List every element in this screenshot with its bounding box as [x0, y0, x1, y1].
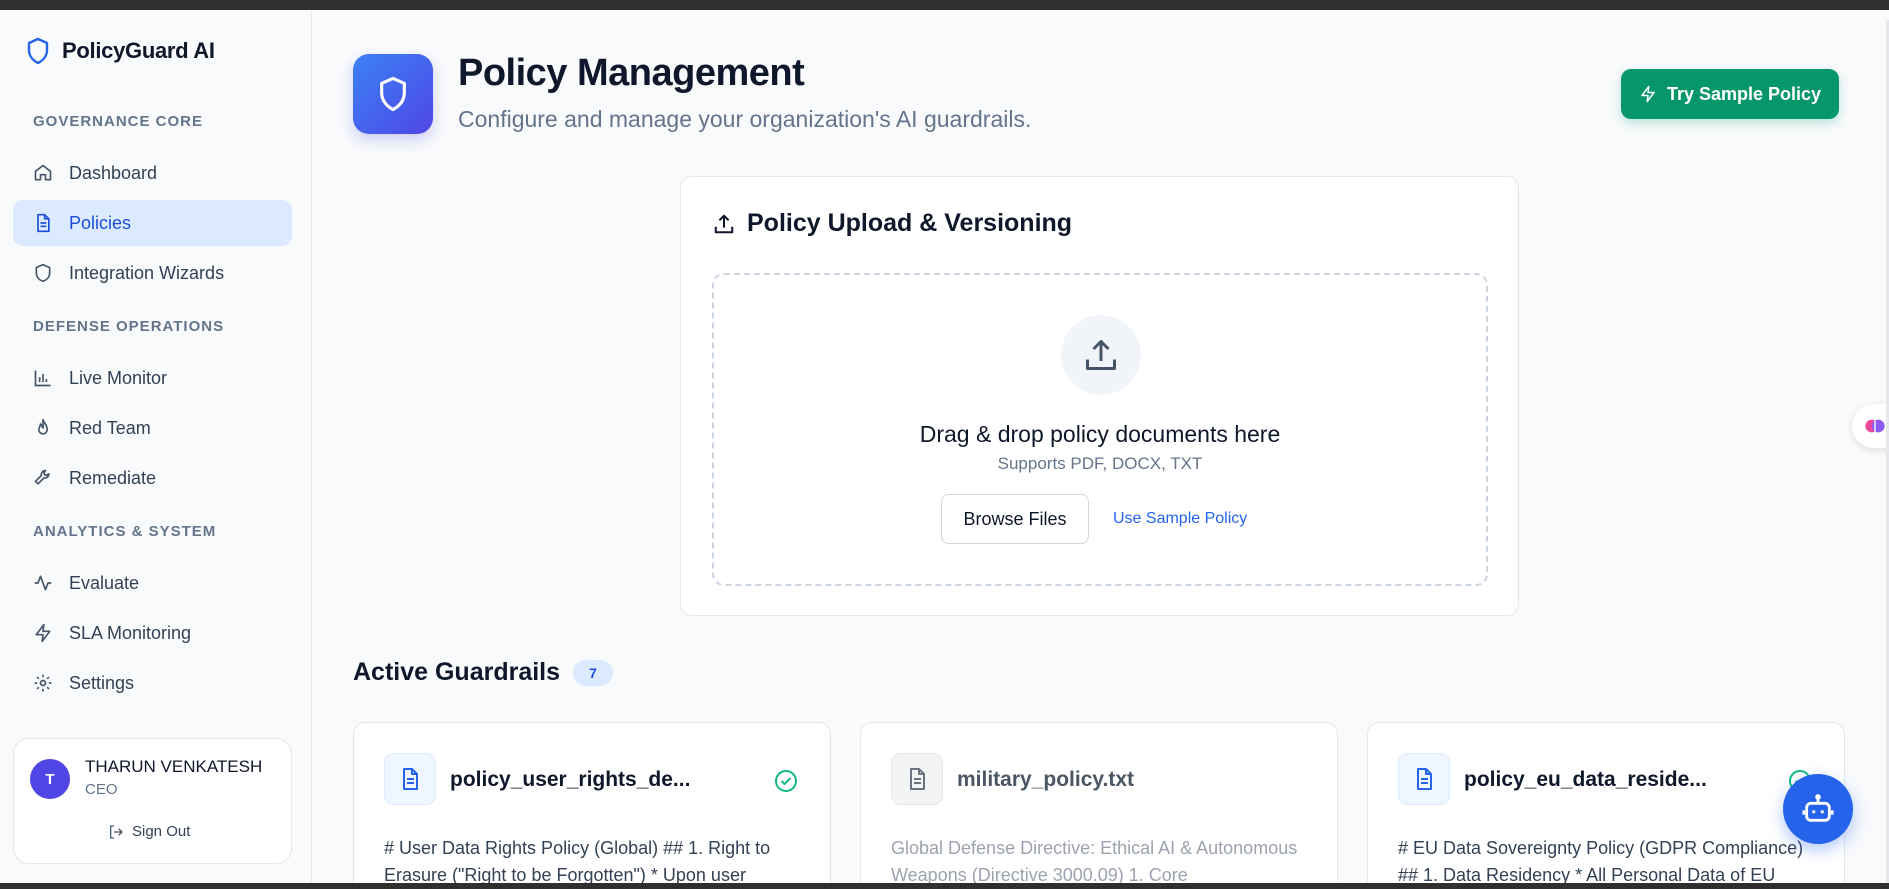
- upload-card-title-text: Policy Upload & Versioning: [747, 209, 1073, 237]
- policy-filename: military_policy.txt: [957, 768, 1135, 791]
- policy-preview-text: # EU Data Sovereignty Policy (GDPR Compl…: [1398, 838, 1804, 883]
- section-label-defense: DEFENSE OPERATIONS: [33, 318, 225, 335]
- home-icon: [34, 164, 52, 181]
- policy-status: [774, 769, 798, 798]
- brand-name: PolicyGuard AI: [62, 38, 215, 63]
- sidebar: PolicyGuard AI GOVERNANCE CORE Dashboard…: [0, 10, 312, 883]
- sidebar-item-label: Policies: [69, 212, 132, 233]
- dropzone-icon-circle: [1061, 315, 1141, 395]
- window-top-bar: [0, 0, 1889, 10]
- page-subtitle: Configure and manage your organization's…: [458, 106, 1032, 132]
- policy-preview-text: # User Data Rights Policy (Global) ## 1.…: [384, 838, 771, 883]
- sidebar-item-live-monitor[interactable]: Live Monitor: [13, 355, 292, 401]
- guardrails-count-badge: 7: [573, 660, 613, 686]
- document-icon: [1417, 768, 1432, 790]
- gear-icon: [34, 674, 52, 692]
- policy-file-icon-box: [384, 753, 436, 805]
- sidebar-item-label: Evaluate: [69, 572, 140, 593]
- dropzone-subtitle: Supports PDF, DOCX, TXT: [997, 454, 1203, 473]
- window-bottom-bar: [0, 883, 1889, 889]
- file-dropzone[interactable]: Drag & drop policy documents here Suppor…: [712, 273, 1488, 586]
- shield-logo-icon: [27, 37, 49, 65]
- sidebar-item-integration-wizards[interactable]: Integration Wizards: [13, 250, 292, 296]
- use-sample-policy-link[interactable]: Use Sample Policy: [1113, 510, 1247, 528]
- sidebar-item-label: Dashboard: [69, 162, 158, 183]
- sidebar-item-remediate[interactable]: Remediate: [13, 455, 292, 501]
- sidebar-item-evaluate[interactable]: Evaluate: [13, 560, 292, 606]
- page-header-icon: [353, 54, 433, 134]
- browse-files-button[interactable]: Browse Files: [941, 494, 1089, 544]
- policy-filename: policy_eu_data_reside...: [1464, 768, 1707, 791]
- lightning-icon: [35, 623, 51, 643]
- check-circle-icon: [775, 770, 797, 792]
- policy-upload-card: Policy Upload & Versioning Drag & drop p…: [680, 176, 1519, 616]
- policy-preview-text: Global Defense Directive: Ethical AI & A…: [891, 838, 1298, 883]
- brand[interactable]: PolicyGuard AI: [26, 37, 215, 65]
- active-guardrails-title: Active Guardrails: [353, 658, 561, 686]
- sign-out-button[interactable]: Sign Out: [108, 823, 190, 840]
- dropzone-title: Drag & drop policy documents here: [919, 421, 1281, 447]
- sidebar-item-dashboard[interactable]: Dashboard: [13, 150, 292, 196]
- shield-icon: [35, 263, 51, 283]
- sidebar-item-label: Integration Wizards: [69, 262, 225, 283]
- flame-icon: [38, 418, 49, 435]
- bar-chart-icon: [34, 370, 51, 387]
- sidebar-item-label: Red Team: [69, 417, 151, 438]
- sign-out-icon: [110, 824, 123, 839]
- brain-icon: [1865, 419, 1885, 433]
- brain-assistant-tab[interactable]: [1852, 404, 1889, 448]
- user-name: THARUN VENKATESH: [85, 757, 263, 776]
- sidebar-item-label: Settings: [69, 672, 135, 693]
- main-content: Policy Management Configure and manage y…: [313, 10, 1889, 883]
- app-window: PolicyGuard AI GOVERNANCE CORE Dashboard…: [0, 10, 1889, 883]
- sidebar-item-sla-monitoring[interactable]: SLA Monitoring: [13, 610, 292, 656]
- policy-file-icon-box: [891, 753, 943, 805]
- shield-icon: [380, 76, 406, 112]
- sidebar-item-settings[interactable]: Settings: [13, 660, 292, 706]
- avatar[interactable]: T: [30, 759, 70, 799]
- sidebar-item-red-team[interactable]: Red Team: [13, 405, 292, 451]
- policy-filename: policy_user_rights_de...: [450, 768, 691, 791]
- policy-card[interactable]: military_policy.txt Global Defense Direc…: [860, 722, 1338, 883]
- policy-file-icon-box: [1398, 753, 1450, 805]
- section-label-governance: GOVERNANCE CORE: [33, 113, 204, 130]
- chatbot-button[interactable]: [1783, 774, 1853, 844]
- document-icon: [910, 768, 925, 790]
- policy-card[interactable]: policy_user_rights_de... # User Data Rig…: [353, 722, 831, 883]
- upload-card-title: Policy Upload & Versioning: [713, 209, 1072, 238]
- sidebar-item-label: SLA Monitoring: [69, 622, 192, 643]
- sign-out-label: Sign Out: [132, 823, 191, 840]
- activity-icon: [34, 575, 52, 591]
- user-card: T THARUN VENKATESH CEO Sign Out: [13, 738, 292, 864]
- user-role: CEO: [85, 781, 118, 798]
- sidebar-item-label: Remediate: [69, 467, 157, 488]
- document-icon: [403, 768, 418, 790]
- page-title: Policy Management: [458, 52, 805, 94]
- sidebar-item-label: Live Monitor: [69, 367, 168, 388]
- section-label-analytics: ANALYTICS & SYSTEM: [33, 523, 217, 540]
- upload-icon: [1086, 340, 1116, 370]
- document-icon: [37, 213, 50, 233]
- try-sample-policy-label: Try Sample Policy: [1666, 83, 1822, 104]
- upload-icon: [714, 214, 734, 233]
- policy-card[interactable]: policy_eu_data_reside... # EU Data Sover…: [1367, 722, 1845, 883]
- try-sample-policy-button[interactable]: Try Sample Policy: [1621, 69, 1839, 119]
- lightning-icon: [1641, 85, 1655, 103]
- wrench-icon: [34, 469, 50, 485]
- robot-icon: [1802, 794, 1834, 822]
- sidebar-item-policies[interactable]: Policies: [13, 200, 292, 246]
